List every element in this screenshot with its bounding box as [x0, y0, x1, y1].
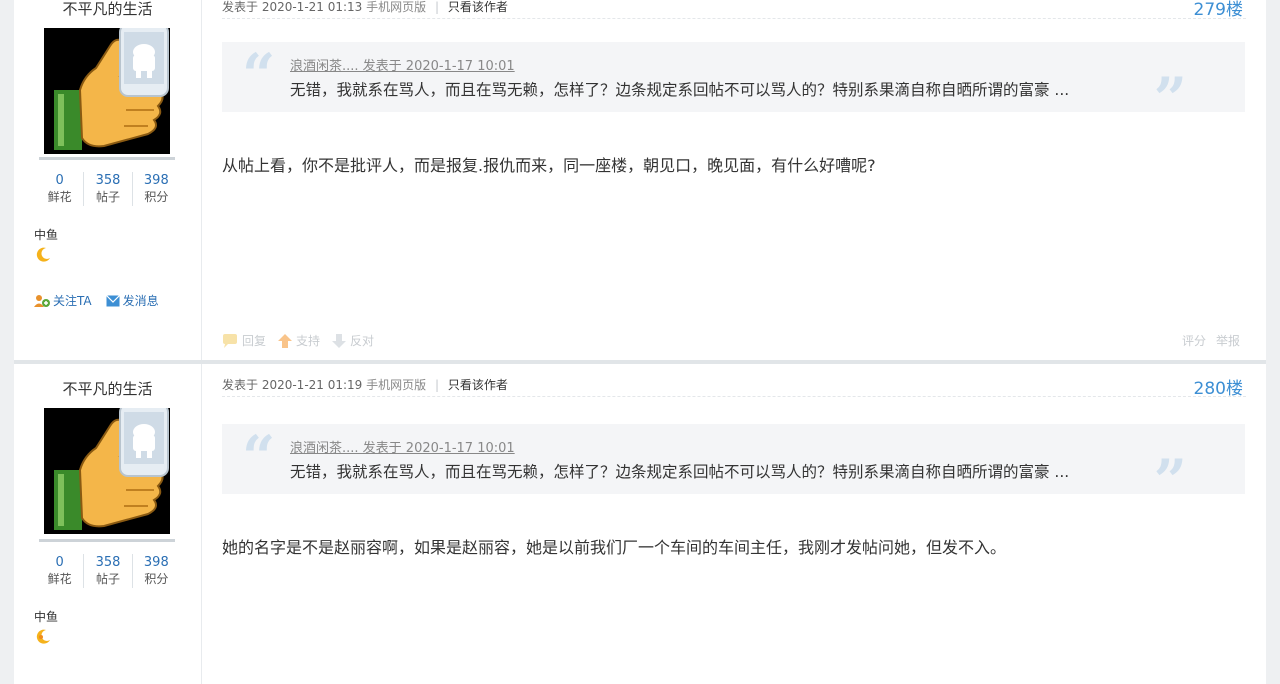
- reply-button[interactable]: 回复: [222, 332, 266, 349]
- reply-icon: [223, 333, 237, 348]
- author-stats: 0 鲜花 358 帖子 398 积分: [36, 172, 180, 206]
- rate-button[interactable]: 评分: [1182, 332, 1206, 349]
- post-meta: 发表于 2020-1-21 01:19 手机网页版 | 只看该作者: [222, 376, 1246, 397]
- author-only-link[interactable]: 只看该作者: [448, 378, 508, 392]
- moon-icon: [34, 628, 52, 646]
- quote-source-link[interactable]: 浪酒闲茶.... 发表于 2020-1-17 10:01: [290, 437, 515, 456]
- author-username[interactable]: 不平凡的生活: [14, 0, 201, 19]
- stat-posts[interactable]: 358 帖子: [83, 554, 131, 588]
- stat-points[interactable]: 398 积分: [131, 172, 180, 206]
- author-rank: 中鱼: [34, 228, 59, 242]
- post-279: 不平凡的生活 0 鲜花 358 帖子 398 积分 中鱼 关注TA 发消息 发表…: [14, 0, 1266, 360]
- avatar-divider: [39, 539, 175, 542]
- stat-flowers[interactable]: 0 鲜花: [36, 554, 83, 588]
- oppose-button[interactable]: 反对: [332, 332, 374, 349]
- post-280: 不平凡的生活 0 鲜花 358 帖子 398 积分 中鱼 发表于 2020-1-…: [14, 364, 1266, 684]
- author-only-link[interactable]: 只看该作者: [448, 0, 508, 14]
- post-body: 她的名字是不是赵丽容啊，如果是赵丽容，她是以前我们厂一个车间的车间主任，我刚才发…: [222, 538, 1007, 557]
- author-sidebar: 不平凡的生活 0 鲜花 358 帖子 398 积分 中鱼: [14, 364, 202, 684]
- post-content: 发表于 2020-1-21 01:19 手机网页版 | 只看该作者 280楼 “…: [222, 364, 1246, 684]
- arrow-up-icon: [278, 333, 293, 348]
- author-avatar[interactable]: [44, 28, 170, 154]
- quote-text: 无错，我就系在骂人，而且在骂无赖，怎样了？边条规定系回帖不可以骂人的？特别系果滴…: [290, 81, 1070, 99]
- floor-number[interactable]: 280楼: [1194, 374, 1243, 399]
- mobile-source: 手机网页版: [366, 378, 427, 392]
- post-meta: 发表于 2020-1-21 01:13 手机网页版 | 只看该作者: [222, 0, 1246, 19]
- author-avatar[interactable]: [44, 408, 170, 534]
- post-time: 发表于 2020-1-21 01:13: [222, 0, 363, 14]
- quote-text: 无错，我就系在骂人，而且在骂无赖，怎样了？边条规定系回帖不可以骂人的？特别系果滴…: [290, 463, 1070, 481]
- message-button[interactable]: 发消息: [105, 292, 159, 309]
- author-stats: 0 鲜花 358 帖子 398 积分: [36, 554, 180, 588]
- follow-button[interactable]: 关注TA: [34, 292, 92, 309]
- stat-points[interactable]: 398 积分: [131, 554, 180, 588]
- arrow-down-icon: [332, 333, 347, 348]
- post-content: 发表于 2020-1-21 01:13 手机网页版 | 只看该作者 279楼 “…: [222, 0, 1246, 360]
- quote-block: “ 浪酒闲茶.... 发表于 2020-1-17 10:01 无错，我就系在骂人…: [222, 41, 1245, 128]
- post-time: 发表于 2020-1-21 01:19: [222, 378, 363, 392]
- moon-icon: [34, 246, 52, 264]
- stat-posts[interactable]: 358 帖子: [83, 172, 131, 206]
- quote-open-icon: “: [242, 423, 276, 491]
- follow-icon: [34, 294, 50, 307]
- mobile-source: 手机网页版: [366, 0, 427, 14]
- floor-number[interactable]: 279楼: [1194, 0, 1243, 20]
- support-button[interactable]: 支持: [278, 332, 320, 349]
- stat-flowers[interactable]: 0 鲜花: [36, 172, 83, 206]
- avatar-divider: [39, 157, 175, 160]
- report-button[interactable]: 举报: [1216, 332, 1240, 349]
- envelope-icon: [105, 294, 120, 306]
- author-sidebar: 不平凡的生活 0 鲜花 358 帖子 398 积分 中鱼: [14, 0, 202, 360]
- quote-close-icon: ”: [1153, 447, 1187, 515]
- quote-open-icon: “: [242, 41, 276, 109]
- quote-close-icon: ”: [1153, 65, 1187, 133]
- post-body: 从帖上看，你不是批评人，而是报复.报仇而来，同一座楼，朝见口，晚见面，有什么好嘈…: [222, 156, 876, 175]
- author-rank: 中鱼: [34, 610, 59, 624]
- quote-source-link[interactable]: 浪酒闲茶.... 发表于 2020-1-17 10:01: [290, 55, 515, 74]
- quote-block: “ 浪酒闲茶.... 发表于 2020-1-17 10:01 无错，我就系在骂人…: [222, 423, 1245, 510]
- author-actions: 关注TA 发消息: [34, 292, 159, 309]
- author-username[interactable]: 不平凡的生活: [14, 378, 201, 399]
